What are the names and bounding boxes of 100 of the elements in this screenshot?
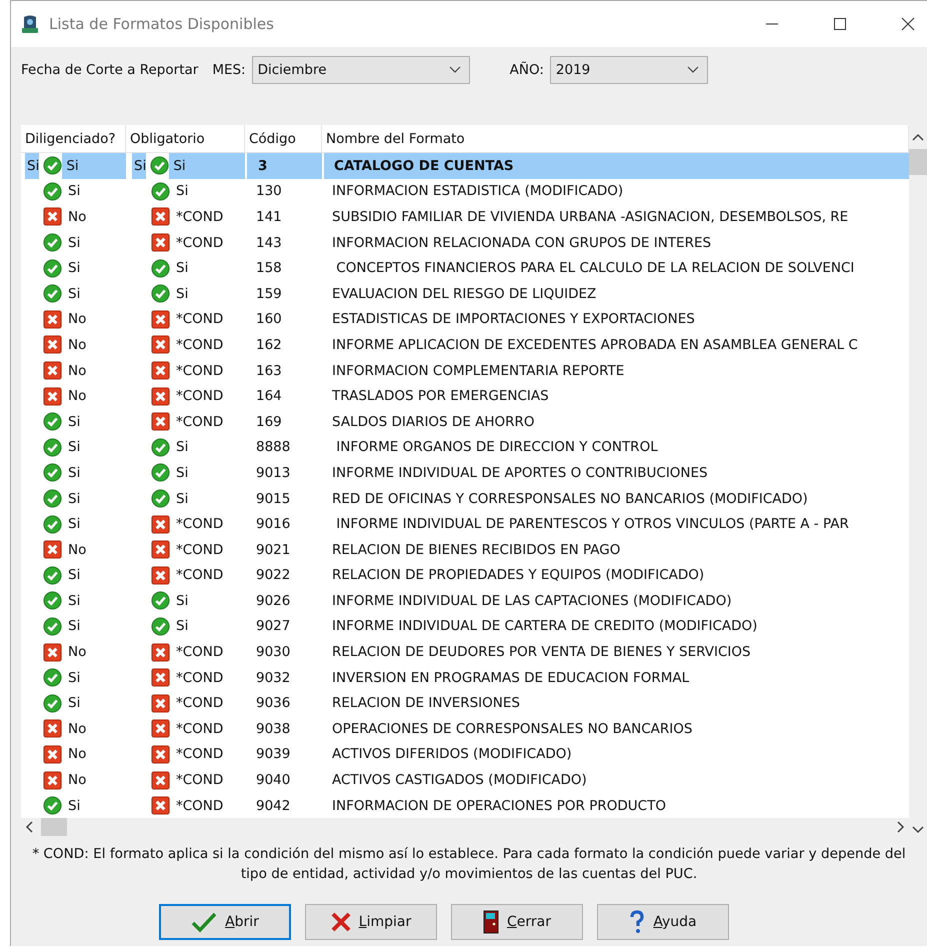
- table-cell-text: *COND: [175, 311, 224, 328]
- table-cell-text: Si: [175, 464, 188, 481]
- close-icon[interactable]: [901, 17, 915, 31]
- table-row[interactable]: Si Si 159 EVALUACION DEL RIESGO DE LIQUIDEZ: [21, 280, 909, 307]
- table-row[interactable]: No *COND 162 INFORME APLICACION DE EXCEDENTES APROBADA EN ASAMBLEA GENERAL C: [21, 332, 909, 358]
- table-cell-text: CONCEPTOS FINANCIEROS PARA EL CALCULO DE LA RELACION DE SOLVENCI: [335, 259, 856, 278]
- table-cell: CATALOGO DE CUENTAS: [322, 153, 909, 179]
- table-cell-text: Si: [175, 260, 188, 276]
- table-cell-text: SUBSIDIO FAMILIAR DE VIVIENDA URBANA -ASIGNACION, DESEMBOLSOS, RE: [331, 208, 850, 227]
- table-cell-text: *COND: [175, 798, 224, 814]
- table-cell-text: *COND: [175, 414, 224, 430]
- table-cell-text: Si: [175, 618, 188, 634]
- table-cell-text: Si: [67, 234, 80, 251]
- table-cell: Si: [62, 153, 126, 179]
- clear-button[interactable]: Limpiar: [305, 904, 437, 940]
- table-row[interactable]: No *COND 9030 RELACION DE DEUDORES POR VENTA DE BIENES Y SERVICIOS: [21, 639, 909, 665]
- table-cell-text: 8888: [255, 438, 292, 458]
- table-cell-text: 9042: [255, 796, 292, 816]
- table-cell-text: Si: [175, 286, 188, 302]
- table-row[interactable]: Si Si 9026 INFORME INDIVIDUAL DE LAS CAPTACIONES (MODIFICADO): [21, 588, 909, 614]
- table-cell-text: INFORMACION ESTADISTICA (MODIFICADO): [331, 182, 624, 202]
- table-row[interactable]: No *COND 9040 ACTIVOS CASTIGADOS (MODIFICADO): [21, 767, 909, 793]
- table-cell-text: No: [67, 336, 86, 353]
- table-cell-text: ESTADISTICAS DE IMPORTACIONES Y EXPORTACIONES: [331, 310, 696, 330]
- table-cell-text: *COND: [175, 746, 224, 762]
- table-row[interactable]: Si *COND 9036 RELACION DE INVERSIONES: [21, 690, 909, 716]
- table-row[interactable]: Si Si 130 INFORMACION ESTADISTICA (MODIFICADO): [21, 178, 909, 204]
- table-cell-text: *COND: [175, 720, 224, 737]
- table-cell-text: 9040: [255, 771, 292, 790]
- month-dropdown[interactable]: Diciembre: [252, 56, 470, 84]
- table-cell-text: No: [67, 311, 86, 328]
- scrollbar-thumb[interactable]: [41, 818, 67, 836]
- open-button[interactable]: Abrir: [159, 904, 291, 940]
- table-row[interactable]: Si *COND 9016 INFORME INDIVIDUAL DE PARENTESCOS Y OTROS VINCULOS (PARTE A - PAR: [21, 511, 909, 537]
- table-cell-text: No: [67, 644, 86, 660]
- table-row[interactable]: No *COND 163 INFORMACION COMPLEMENTARIA REPORTE: [21, 358, 909, 384]
- table-cell-text: INFORME INDIVIDUAL DE PARENTESCOS Y OTROS VINCULOS (PARTE A - PAR: [335, 515, 850, 534]
- table-cell-text: *COND: [175, 336, 224, 353]
- cutoff-date-label: Fecha de Corte a Reportar: [21, 62, 198, 78]
- table-cell-text: 9036: [255, 694, 292, 714]
- table-cell-text: RELACION DE BIENES RECIBIDOS EN PAGO: [331, 540, 622, 560]
- table-cell-text: INFORME INDIVIDUAL DE APORTES O CONTRIBUCIONES: [331, 464, 709, 483]
- table-row[interactable]: Si Si 9015 RED DE OFICINAS Y CORRESPONSALES NO BANCARIOS (MODIFICADO): [21, 486, 909, 512]
- table-cell-text: *COND: [175, 516, 224, 532]
- table-cell-text: Si: [67, 567, 80, 584]
- table-row[interactable]: Si Si 9013 INFORME INDIVIDUAL DE APORTES O CONTRIBUCIONES: [21, 460, 909, 486]
- table-cell-text: RELACION DE DEUDORES POR VENTA DE BIENES Y SERVICIOS: [331, 643, 752, 662]
- table-cell-text: 9032: [255, 668, 292, 688]
- table-cell: Si: [132, 153, 146, 179]
- table-cell-text: INFORME INDIVIDUAL DE CARTERA DE CREDITO (MODIFICADO): [331, 617, 758, 636]
- table-cell-text: 9026: [255, 592, 292, 611]
- table-row[interactable]: Si Si Si Si 3 CATALOGO DE CUENTAS: [21, 153, 909, 179]
- table-cell-text: No: [67, 746, 86, 762]
- table-cell-text: 9039: [255, 745, 292, 764]
- table-cell-text: No: [67, 542, 86, 558]
- close-button[interactable]: Cerrar: [451, 904, 583, 940]
- table-row[interactable]: No *COND 160 ESTADISTICAS DE IMPORTACIONES Y EXPORTACIONES: [21, 306, 909, 332]
- table-row[interactable]: Si *COND 9042 INFORMACION DE OPERACIONES POR PRODUCTO: [21, 792, 909, 818]
- year-dropdown[interactable]: 2019: [550, 56, 708, 84]
- scroll-down-icon[interactable]: [912, 824, 924, 834]
- table-cell-text: 169: [255, 412, 283, 432]
- table-cell-text: ACTIVOS CASTIGADOS (MODIFICADO): [331, 771, 588, 790]
- scrollbar-thumb[interactable]: [909, 149, 927, 175]
- table-row[interactable]: No *COND 9021 RELACION DE BIENES RECIBIDOS EN PAGO: [21, 536, 909, 562]
- table-cell-text: 141: [255, 208, 283, 227]
- table-row[interactable]: Si *COND 9022 RELACION DE PROPIEDADES Y EQUIPOS (MODIFICADO): [21, 562, 909, 588]
- table-cell-text: RELACION DE PROPIEDADES Y EQUIPOS (MODIFICADO): [331, 566, 706, 586]
- table-cell-text: No: [67, 772, 86, 788]
- table-cell-text: Si: [175, 490, 188, 507]
- table-row[interactable]: Si Si 158 CONCEPTOS FINANCIEROS PARA EL CALCULO DE LA RELACION DE SOLVENCI: [21, 255, 909, 281]
- scroll-left-icon[interactable]: [25, 821, 35, 834]
- table-row[interactable]: No *COND 9039 ACTIVOS DIFERIDOS (MODIFICADO): [21, 742, 909, 768]
- table-cell-text: No: [67, 362, 86, 379]
- table-cell: Si: [25, 153, 40, 179]
- table-cell-text: RED DE OFICINAS Y CORRESPONSALES NO BANCARIOS (MODIFICADO): [331, 490, 809, 509]
- table-cell-text: No: [67, 208, 86, 225]
- table-row[interactable]: No *COND 164 TRASLADOS POR EMERGENCIAS: [21, 383, 909, 409]
- scroll-right-icon[interactable]: [895, 821, 905, 834]
- table-row[interactable]: Si *COND 143 INFORMACION RELACIONADA CON GRUPOS DE INTERES: [21, 230, 909, 256]
- table-cell-text: INVERSION EN PROGRAMAS DE EDUCACION FORMAL: [331, 668, 690, 688]
- question-mark-icon: [629, 910, 646, 934]
- table-row[interactable]: Si Si 9027 INFORME INDIVIDUAL DE CARTERA DE CREDITO (MODIFICADO): [21, 614, 909, 640]
- maximize-icon[interactable]: [833, 17, 847, 31]
- table-row[interactable]: Si *COND 9032 INVERSION EN PROGRAMAS DE EDUCACION FORMAL: [21, 664, 909, 690]
- table-cell-text: OPERACIONES DE CORRESPONSALES NO BANCARIOS: [331, 720, 694, 739]
- chevron-down-icon: [448, 66, 461, 74]
- table-cell-text: *COND: [175, 644, 224, 660]
- table-row[interactable]: No *COND 141 SUBSIDIO FAMILIAR DE VIVIENDA URBANA -ASIGNACION, DESEMBOLSOS, RE: [21, 204, 909, 230]
- table-cell-text: INFORMACION RELACIONADA CON GRUPOS DE INTERES: [331, 234, 712, 253]
- table-row[interactable]: Si *COND 169 SALDOS DIARIOS DE AHORRO: [21, 408, 909, 435]
- table-cell-text: *COND: [175, 234, 224, 251]
- table-cell-text: Si: [67, 286, 80, 302]
- table-cell-text: *COND: [175, 208, 224, 225]
- table-row[interactable]: No *COND 9038 OPERACIONES DE CORRESPONSALES NO BANCARIOS: [21, 716, 909, 742]
- scroll-up-icon[interactable]: [912, 133, 924, 143]
- table-cell-text: *COND: [175, 388, 224, 404]
- table-cell-text: 163: [255, 362, 283, 381]
- table-cell-text: Si: [67, 490, 80, 507]
- help-button[interactable]: Ayuda: [597, 904, 729, 940]
- table-row[interactable]: Si Si 8888 INFORME ORGANOS DE DIRECCION Y CONTROL: [21, 434, 909, 460]
